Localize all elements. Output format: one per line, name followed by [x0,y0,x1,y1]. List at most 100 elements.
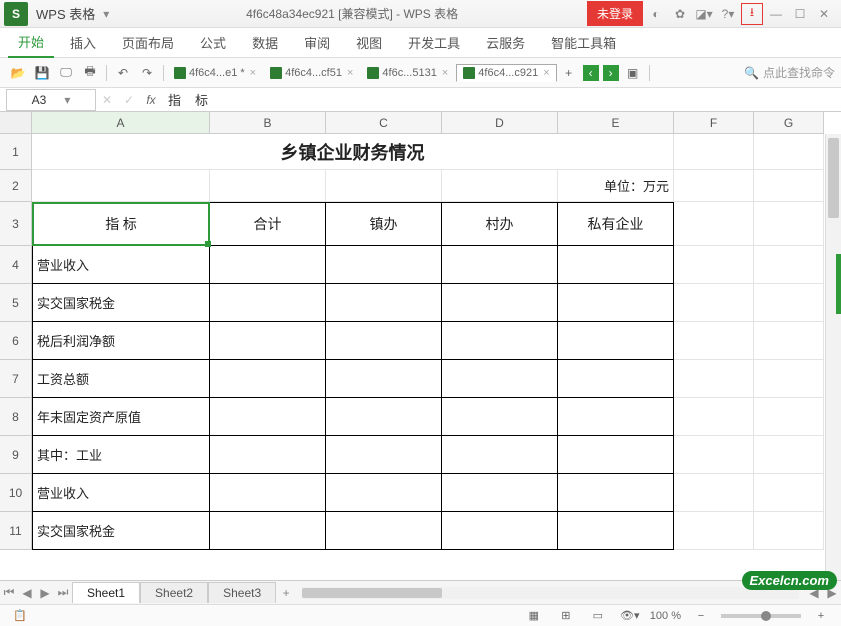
cell[interactable] [210,360,326,398]
cell[interactable] [754,202,824,246]
col-header-A[interactable]: A [32,112,210,134]
row-header-11[interactable]: 11 [0,512,32,550]
cell[interactable]: 村办 [442,202,558,246]
scroll-thumb[interactable] [828,138,839,218]
cell[interactable] [442,398,558,436]
menu-开始[interactable]: 开始 [8,27,54,58]
menu-审阅[interactable]: 审阅 [294,28,340,57]
redo-icon[interactable]: ↷ [137,63,157,83]
cell[interactable] [754,474,824,512]
cell[interactable] [674,360,754,398]
cell[interactable]: 实交国家税金 [32,284,210,322]
close-button[interactable]: ✕ [813,3,835,25]
cell[interactable] [558,512,674,550]
cell[interactable] [754,436,824,474]
cell[interactable] [210,398,326,436]
menu-公式[interactable]: 公式 [190,28,236,57]
cell[interactable] [210,284,326,322]
cancel-icon[interactable]: ✕ [96,93,118,107]
cell[interactable] [558,284,674,322]
cell[interactable]: 营业收入 [32,474,210,512]
preview-icon[interactable]: 🖵 [56,63,76,83]
login-button[interactable]: 未登录 [587,1,643,26]
select-all-corner[interactable] [0,112,32,134]
cell[interactable]: 镇办 [326,202,442,246]
col-header-E[interactable]: E [558,112,674,134]
cell[interactable] [558,474,674,512]
cell[interactable] [326,322,442,360]
menu-智能工具箱[interactable]: 智能工具箱 [541,28,626,57]
row-header-2[interactable]: 2 [0,170,32,202]
undo-icon[interactable]: ↶ [113,63,133,83]
cell[interactable] [442,474,558,512]
sheet-tab-Sheet2[interactable]: Sheet2 [140,582,208,603]
cell[interactable] [326,170,442,202]
horizontal-scrollbar[interactable] [302,587,799,599]
sheet-nav-next[interactable]: ▶ [36,584,54,602]
cell[interactable]: 指 标 [32,202,210,246]
cell[interactable] [754,398,824,436]
doc-tab[interactable]: 4f6c4...e1 *× [168,64,262,82]
cell[interactable] [210,322,326,360]
add-sheet-button[interactable]: + [276,586,296,600]
settings-icon[interactable]: ✿ [669,3,691,25]
cell[interactable] [674,246,754,284]
view-reading-icon[interactable]: ▭ [588,606,608,626]
tab-list-icon[interactable]: ▣ [623,63,643,83]
cell[interactable] [326,512,442,550]
cell[interactable] [326,398,442,436]
eye-icon[interactable]: 👁▾ [620,606,640,626]
row-header-10[interactable]: 10 [0,474,32,512]
row-header-5[interactable]: 5 [0,284,32,322]
cell[interactable] [442,246,558,284]
cell[interactable]: 工资总额 [32,360,210,398]
zoom-out-button[interactable]: − [691,606,711,626]
menu-云服务[interactable]: 云服务 [476,28,535,57]
dropdown-icon[interactable]: ▾ [95,3,117,25]
row-header-6[interactable]: 6 [0,322,32,360]
menu-视图[interactable]: 视图 [346,28,392,57]
cell[interactable] [210,512,326,550]
cell[interactable] [442,170,558,202]
doc-tab[interactable]: 4f6c4...c921× [456,64,556,82]
save-icon[interactable]: 💾 [32,63,52,83]
skin-icon[interactable]: ◪▾ [693,3,715,25]
row-header-1[interactable]: 1 [0,134,32,170]
col-header-C[interactable]: C [326,112,442,134]
accept-icon[interactable]: ✓ [118,93,140,107]
print-icon[interactable]: 🖶 [80,63,100,83]
clipboard-icon[interactable]: 📋 [10,606,30,626]
cell[interactable]: 税后利润净额 [32,322,210,360]
tab-prev-icon[interactable]: ‹ [583,65,599,81]
cell[interactable] [210,170,326,202]
cell[interactable] [674,170,754,202]
cell[interactable] [558,246,674,284]
cell[interactable] [210,246,326,284]
minimize-button[interactable]: — [765,3,787,25]
cell[interactable] [442,436,558,474]
tab-next-icon[interactable]: › [603,65,619,81]
vertical-scrollbar[interactable] [825,134,841,580]
new-tab-button[interactable]: + [559,63,579,83]
close-tab-icon[interactable]: × [543,67,549,79]
cell[interactable] [442,360,558,398]
menu-插入[interactable]: 插入 [60,28,106,57]
cell[interactable]: 营业收入 [32,246,210,284]
cell[interactable] [674,474,754,512]
cell[interactable] [674,202,754,246]
cell[interactable] [210,474,326,512]
menu-数据[interactable]: 数据 [242,28,288,57]
formula-input[interactable]: 指标 [162,90,841,109]
zoom-slider[interactable] [721,614,801,618]
row-header-7[interactable]: 7 [0,360,32,398]
view-pagebreak-icon[interactable]: ⊞ [556,606,576,626]
cell[interactable] [754,170,824,202]
cell[interactable] [754,134,824,170]
cell[interactable]: 单位：万元 [558,170,674,202]
side-handle[interactable] [836,254,841,314]
cell[interactable] [558,398,674,436]
view-normal-icon[interactable]: ▦ [524,606,544,626]
cell[interactable]: 年末固定资产原值 [32,398,210,436]
menu-开发工具[interactable]: 开发工具 [398,28,470,57]
cell[interactable] [210,436,326,474]
